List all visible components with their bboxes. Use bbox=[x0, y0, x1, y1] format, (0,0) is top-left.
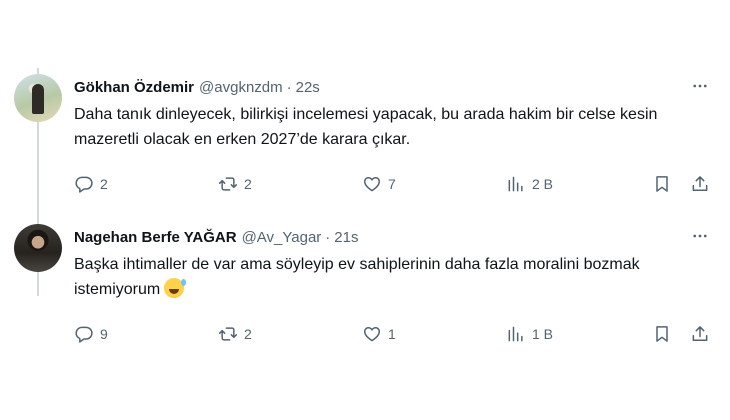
tweet-header: Nagehan Berfe YAĞAR @Av_Yagar · 21s bbox=[74, 226, 358, 248]
tweet-text: Daha tanık dinleyecek, bilirkişi incelem… bbox=[74, 106, 658, 148]
bookmark-icon bbox=[656, 176, 668, 192]
grinning-sweat-emoji-icon bbox=[164, 278, 187, 298]
tweet[interactable]: Nagehan Berfe YAĞAR @Av_Yagar · 21s Başk… bbox=[0, 210, 730, 360]
tweet-text: Başka ihtimaller de var ama söyleyip ev … bbox=[74, 256, 640, 298]
like-button[interactable]: 1 bbox=[362, 320, 396, 348]
tweet-header: Gökhan Özdemir @avgknzdm · 22s bbox=[74, 76, 320, 98]
separator-dot: · bbox=[325, 228, 331, 246]
repost-button[interactable]: 2 bbox=[218, 320, 252, 348]
bookmark-icon bbox=[656, 326, 668, 342]
views-chart-icon bbox=[508, 326, 523, 342]
views-count: 2 B bbox=[532, 176, 554, 192]
bookmark-button[interactable] bbox=[652, 320, 672, 348]
separator-dot: · bbox=[286, 78, 292, 96]
repost-icon bbox=[218, 327, 238, 341]
action-bar: 9 2 1 1 B bbox=[72, 320, 716, 348]
like-count: 1 bbox=[388, 326, 396, 342]
tweet-text-container: Başka ihtimaller de var ama söyleyip ev … bbox=[74, 252, 694, 302]
timestamp[interactable]: 22s bbox=[296, 79, 320, 96]
timestamp[interactable]: 21s bbox=[334, 229, 358, 246]
like-button[interactable]: 7 bbox=[362, 170, 396, 198]
share-button[interactable] bbox=[690, 170, 710, 198]
heart-icon bbox=[363, 177, 381, 192]
reply-button[interactable]: 2 bbox=[74, 170, 108, 198]
repost-button[interactable]: 2 bbox=[218, 170, 252, 198]
share-icon bbox=[692, 176, 708, 191]
avatar[interactable] bbox=[14, 74, 62, 122]
author-name[interactable]: Gökhan Özdemir bbox=[74, 79, 194, 96]
more-options-button[interactable] bbox=[688, 74, 712, 98]
reply-button[interactable]: 9 bbox=[74, 320, 108, 348]
reply-icon bbox=[75, 326, 93, 343]
more-horizontal-icon bbox=[693, 234, 707, 238]
avatar[interactable] bbox=[14, 224, 62, 272]
author-name[interactable]: Nagehan Berfe YAĞAR bbox=[74, 229, 237, 246]
views-button[interactable]: 1 B bbox=[506, 320, 553, 348]
views-button[interactable]: 2 B bbox=[506, 170, 553, 198]
more-horizontal-icon bbox=[693, 84, 707, 88]
reply-thread: Gökhan Özdemir @avgknzdm · 22s Daha tanı… bbox=[0, 0, 730, 420]
share-button[interactable] bbox=[690, 320, 710, 348]
bookmark-button[interactable] bbox=[652, 170, 672, 198]
action-bar: 2 2 7 2 B bbox=[72, 170, 716, 198]
tweet[interactable]: Gökhan Özdemir @avgknzdm · 22s Daha tanı… bbox=[0, 60, 730, 210]
more-options-button[interactable] bbox=[688, 224, 712, 248]
share-icon bbox=[692, 326, 708, 341]
reply-count: 9 bbox=[100, 326, 108, 342]
repost-count: 2 bbox=[244, 326, 252, 342]
author-handle[interactable]: @Av_Yagar bbox=[242, 229, 322, 246]
author-handle[interactable]: @avgknzdm bbox=[199, 79, 283, 96]
heart-icon bbox=[363, 327, 381, 342]
views-chart-icon bbox=[508, 176, 523, 192]
views-count: 1 B bbox=[532, 326, 554, 342]
repost-count: 2 bbox=[244, 176, 252, 192]
reply-count: 2 bbox=[100, 176, 108, 192]
like-count: 7 bbox=[388, 176, 396, 192]
repost-icon bbox=[218, 177, 238, 191]
reply-icon bbox=[75, 176, 93, 193]
